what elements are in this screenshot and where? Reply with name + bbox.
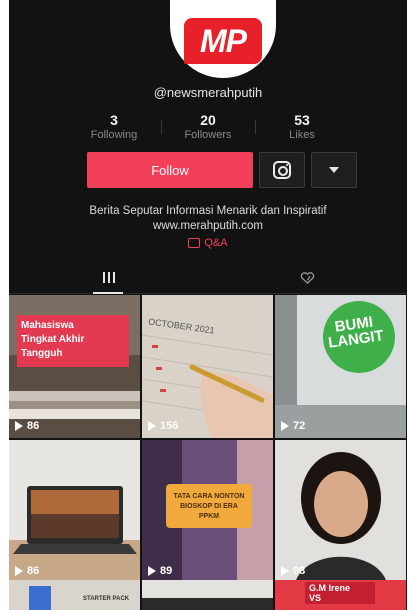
instagram-icon [273, 161, 291, 179]
profile-screen: MP @newsmerahputih 3 Following 20 Follow… [9, 0, 407, 610]
play-icon [148, 566, 156, 576]
video-thumbnail-image [142, 580, 273, 610]
play-icon [281, 566, 289, 576]
stat-likes-count: 53 [294, 112, 310, 128]
profile-bio: Berita Seputar Informasi Menarik dan Ins… [9, 204, 407, 234]
video-thumbnail[interactable] [142, 580, 273, 610]
stat-followers-count: 20 [200, 112, 216, 128]
stat-likes-label: Likes [289, 129, 315, 141]
video-thumbnail[interactable]: TATA CARA NONTON BIOSKOP DI ERA PPKM 89 [142, 440, 273, 583]
video-views: 89 [148, 565, 172, 577]
video-thumbnail-image [275, 440, 406, 583]
profile-actions: Follow [87, 152, 357, 188]
video-thumbnail[interactable]: G.M Irene VS [275, 580, 406, 610]
video-caption: G.M Irene VS [305, 582, 375, 604]
video-thumbnail[interactable]: OCTOBER 2021 156 [142, 295, 273, 438]
video-grid: Mahasiswa Tingkat Akhir Tangguh 86 OCTOB… [9, 295, 407, 583]
more-options-button[interactable] [311, 152, 357, 188]
video-views: 98 [281, 565, 305, 577]
tab-liked[interactable] [208, 262, 407, 293]
grid-icon [102, 272, 115, 283]
video-views: 86 [15, 565, 39, 577]
profile-username: @newsmerahputih [153, 85, 263, 100]
stat-following-count: 3 [110, 112, 118, 128]
video-thumbnail[interactable]: BUMI LANGIT 72 [275, 295, 406, 438]
bio-text: Berita Seputar Informasi Menarik dan Ins… [89, 205, 327, 217]
video-caption: TATA CARA NONTON BIOSKOP DI ERA PPKM [173, 493, 245, 520]
instagram-button[interactable] [259, 152, 305, 188]
stat-following[interactable]: 3 Following [67, 112, 161, 142]
video-thumbnail[interactable]: 98 [275, 440, 406, 583]
qa-link[interactable]: Q&A [9, 237, 407, 249]
liked-heart-icon [300, 271, 315, 284]
video-thumbnail[interactable]: STARTER PACK [9, 580, 140, 610]
avatar-logo-text: MP [200, 22, 247, 59]
video-caption: BUMI LANGIT [327, 313, 385, 352]
stat-followers-label: Followers [184, 129, 232, 141]
video-thumbnail-image [142, 295, 273, 438]
video-views: 86 [15, 420, 39, 432]
stat-followers[interactable]: 20 Followers [161, 112, 255, 142]
play-icon [281, 421, 289, 431]
video-views: 72 [281, 420, 305, 432]
play-icon [148, 421, 156, 431]
profile-stats: 3 Following 20 Followers 53 Likes [67, 112, 349, 142]
qa-label: Q&A [204, 237, 228, 249]
stat-likes[interactable]: 53 Likes [255, 112, 349, 142]
video-thumbnail-image [9, 295, 140, 438]
play-icon [15, 421, 23, 431]
play-icon [15, 566, 23, 576]
video-thumbnail-image [275, 295, 406, 438]
video-grid-partial-row: STARTER PACK G.M Irene VS [9, 580, 407, 610]
video-caption: STARTER PACK [83, 596, 130, 602]
profile-avatar[interactable]: MP [170, 0, 276, 78]
video-thumbnail[interactable]: Mahasiswa Tingkat Akhir Tangguh 86 [9, 295, 140, 438]
caret-down-icon [329, 167, 339, 173]
profile-tabs [9, 262, 407, 294]
tab-videos[interactable] [9, 262, 208, 294]
video-caption: Mahasiswa Tingkat Akhir Tangguh [21, 320, 85, 359]
video-thumbnail-image [9, 440, 140, 583]
brand-logo: MP [184, 18, 262, 64]
follow-button[interactable]: Follow [87, 152, 253, 188]
bio-website-link[interactable]: www.merahputih.com [9, 219, 407, 234]
stat-following-label: Following [90, 129, 138, 141]
video-thumbnail[interactable]: 86 [9, 440, 140, 583]
video-thumbnail-image [29, 586, 51, 610]
qa-icon [188, 238, 201, 248]
video-views: 156 [148, 420, 178, 432]
